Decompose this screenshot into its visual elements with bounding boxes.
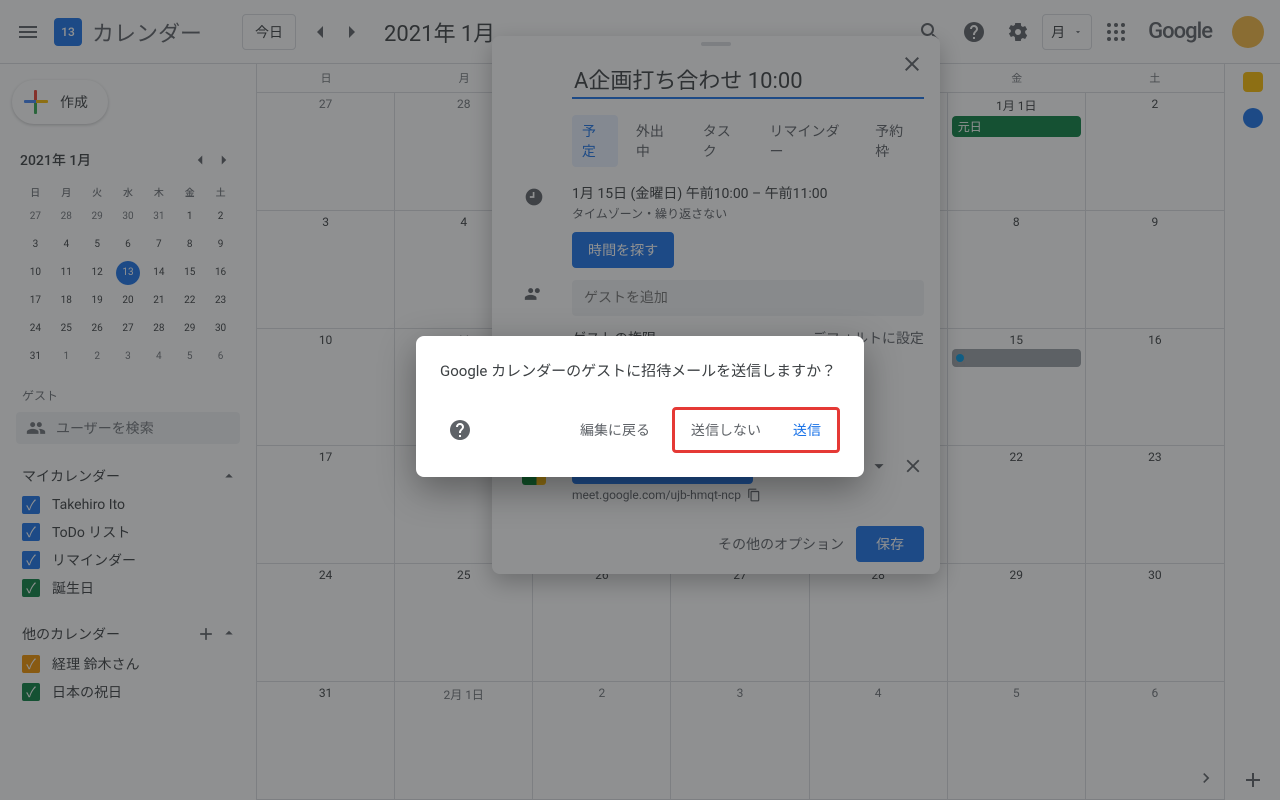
send-invite-dialog: Google カレンダーのゲストに招待メールを送信しますか？ 編集に戻る 送信し… [416, 336, 864, 477]
dialog-nosend-button[interactable]: 送信しない [677, 412, 775, 448]
dialog-help-icon[interactable] [440, 410, 480, 450]
dialog-message: Google カレンダーのゲストに招待メールを送信しますか？ [440, 360, 840, 383]
dialog-send-button[interactable]: 送信 [779, 412, 835, 448]
annotation-highlight: 送信しない 送信 [672, 407, 840, 453]
dialog-back-button[interactable]: 編集に戻る [566, 412, 664, 448]
